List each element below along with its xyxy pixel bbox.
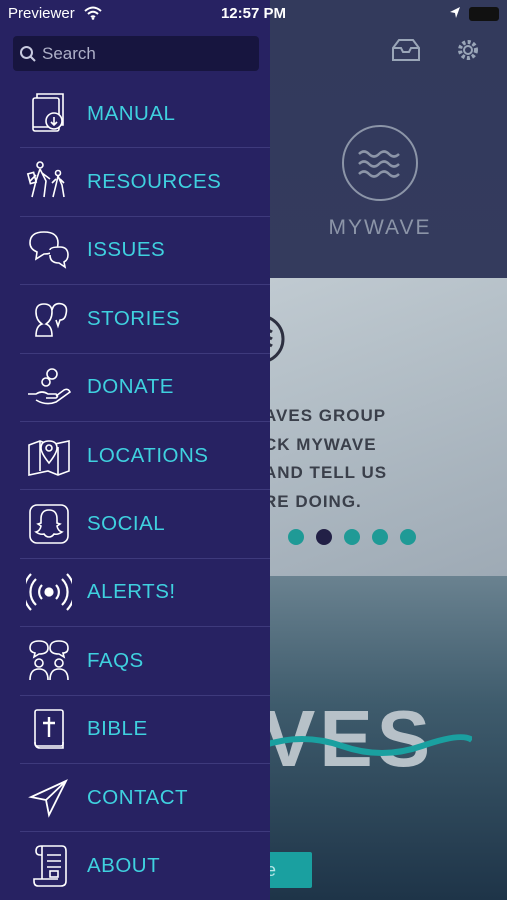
page-dot[interactable] xyxy=(288,529,304,545)
donate-icon xyxy=(26,364,72,410)
alerts-icon xyxy=(22,569,76,615)
mywave-logo-icon xyxy=(342,125,418,201)
menu-item-label: ALERTS! xyxy=(87,580,176,604)
carousel-page-indicator[interactable] xyxy=(288,529,416,545)
brand-swoosh-icon xyxy=(262,734,472,756)
menu-item-label: RESOURCES xyxy=(87,170,222,194)
mywave-logo-text: MYWAVE xyxy=(328,216,432,239)
menu-item-label: FAQS xyxy=(87,648,144,672)
menu-item-social[interactable]: SOCIAL xyxy=(20,490,270,559)
menu-item-alerts[interactable]: ALERTS! xyxy=(20,559,270,628)
menu-list: MANUAL RESOURCES ISSUES STORIES DONATE L… xyxy=(20,80,270,900)
menu-item-label: DONATE xyxy=(87,375,174,399)
menu-item-label: SOCIAL xyxy=(87,512,166,536)
menu-item-manual[interactable]: MANUAL xyxy=(20,80,270,149)
about-icon xyxy=(26,843,72,889)
menu-item-issues[interactable]: ISSUES xyxy=(20,217,270,286)
menu-item-locations[interactable]: LOCATIONS xyxy=(20,422,270,491)
search-icon xyxy=(20,45,36,62)
menu-item-contact[interactable]: CONTACT xyxy=(20,764,270,833)
search-bar[interactable] xyxy=(13,36,259,71)
stories-icon xyxy=(26,296,72,342)
menu-item-label: LOCATIONS xyxy=(87,443,209,467)
gear-icon[interactable] xyxy=(454,36,482,64)
faqs-icon xyxy=(26,638,72,684)
social-icon xyxy=(26,501,72,547)
location-arrow-icon xyxy=(450,7,460,18)
menu-item-label: MANUAL xyxy=(87,101,176,125)
resources-icon xyxy=(26,159,72,205)
search-input[interactable] xyxy=(42,43,242,64)
issues-icon xyxy=(26,227,72,273)
contact-icon xyxy=(26,775,72,821)
inbox-icon[interactable] xyxy=(391,38,421,62)
status-bar: Previewer 12:57 PM xyxy=(0,0,507,28)
menu-item-label: ISSUES xyxy=(87,238,166,262)
side-menu-drawer: MANUAL RESOURCES ISSUES xyxy=(0,0,270,900)
menu-item-donate[interactable]: DONATE xyxy=(20,354,270,422)
page-dot[interactable] xyxy=(344,529,360,545)
menu-item-label: ABOUT xyxy=(87,854,161,878)
menu-item-resources[interactable]: RESOURCES xyxy=(20,148,270,217)
page-dot-active[interactable] xyxy=(316,529,332,545)
page-dot[interactable] xyxy=(400,529,416,545)
menu-item-stories[interactable]: STORIES xyxy=(20,285,270,354)
clock: 12:57 PM xyxy=(220,5,287,22)
menu-item-label: BIBLE xyxy=(87,717,148,741)
bible-icon xyxy=(26,706,72,752)
page-dot[interactable] xyxy=(372,529,388,545)
battery-icon xyxy=(469,7,499,21)
menu-item-label: CONTACT xyxy=(87,785,189,809)
locations-icon xyxy=(26,433,72,479)
menu-item-label: STORIES xyxy=(87,306,181,330)
menu-item-bible[interactable]: BIBLE xyxy=(20,696,270,764)
carousel-message: AVES GROUP CK MYWAVE AND TELL US RE DOIN… xyxy=(264,406,388,511)
menu-item-about[interactable]: ABOUT xyxy=(20,832,270,900)
menu-item-faqs[interactable]: FAQS xyxy=(20,627,270,696)
manual-icon xyxy=(26,91,72,137)
